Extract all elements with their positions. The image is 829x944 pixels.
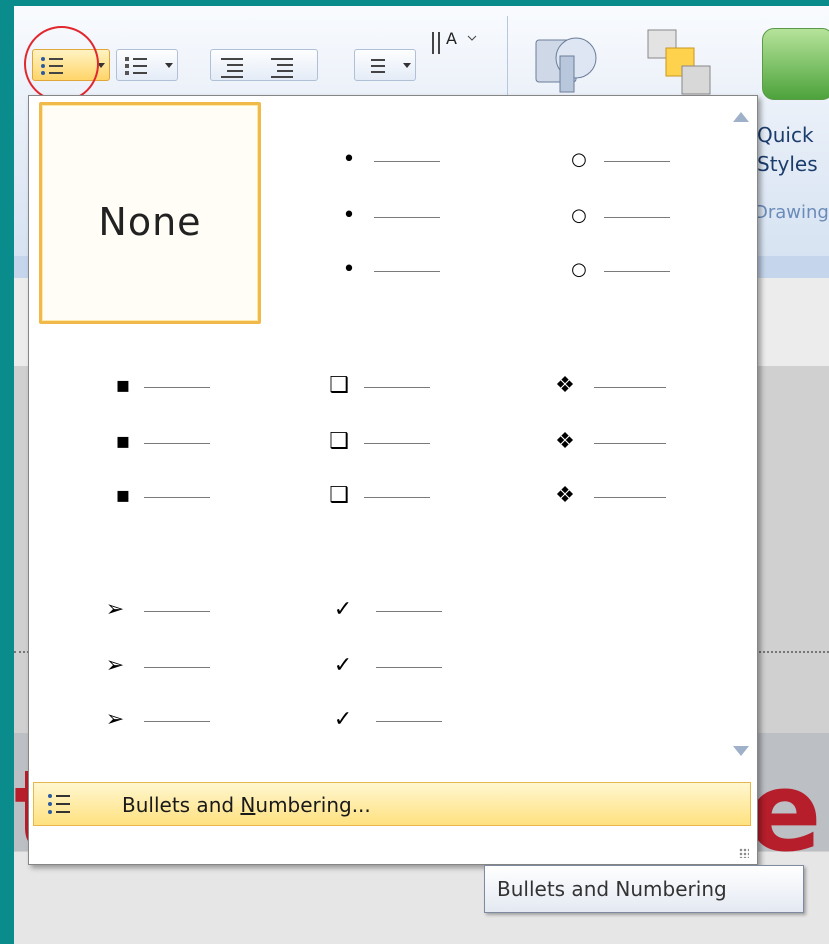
- text-direction-icon: A: [432, 29, 477, 54]
- text-direction-button[interactable]: A: [426, 26, 482, 66]
- none-label: None: [98, 200, 202, 244]
- filled-square-bullet-icon: ▪: [115, 373, 131, 398]
- slide-title-text-right: e: [747, 748, 822, 876]
- arrow-bullet-icon: ➢: [105, 707, 125, 732]
- bullet-option-none[interactable]: None: [39, 102, 261, 324]
- checkmark-bullet-icon: ✓: [333, 597, 353, 622]
- resize-grip-icon[interactable]: [739, 848, 749, 858]
- decrease-indent-icon: [221, 56, 243, 78]
- hollow-square-bullet-icon: ❑: [329, 483, 349, 508]
- arrow-bullet-icon: ➢: [105, 653, 125, 678]
- hollow-square-bullet-icon: ❑: [329, 429, 349, 454]
- hollow-square-bullet-icon: ❑: [329, 373, 349, 398]
- hollow-round-bullet-icon: ○: [571, 205, 587, 226]
- star-diamond-bullet-icon: ❖: [555, 429, 575, 454]
- quick-styles-label[interactable]: Quick Styles: [757, 121, 818, 179]
- line-spacing-icon: [363, 56, 385, 76]
- star-diamond-bullet-icon: ❖: [555, 373, 575, 398]
- bullets-and-numbering-menu-item[interactable]: Bullets and Numbering...: [33, 782, 751, 826]
- bullet-option-hollow-square[interactable]: ❑ ❑ ❑: [271, 328, 493, 550]
- arrow-bullet-icon: ➢: [105, 597, 125, 622]
- hollow-round-bullet-icon: ○: [571, 149, 587, 170]
- line-spacing-button[interactable]: [354, 49, 416, 81]
- filled-round-bullet-icon: •: [342, 147, 356, 172]
- shapes-icon[interactable]: [532, 26, 602, 96]
- svg-text:A: A: [446, 29, 457, 48]
- annotation-highlight-ring: [24, 26, 99, 102]
- filled-round-bullet-icon: •: [342, 203, 356, 228]
- hollow-round-bullet-icon: ○: [571, 259, 587, 280]
- scroll-down-icon[interactable]: [733, 746, 749, 756]
- bullet-option-hollow-round[interactable]: ○ ○ ○: [501, 102, 723, 324]
- increase-indent-icon: [271, 56, 293, 78]
- menu-item-label: Bullets and Numbering...: [122, 793, 371, 817]
- filled-square-bullet-icon: ▪: [115, 429, 131, 454]
- tooltip: Bullets and Numbering: [484, 865, 804, 913]
- filled-square-bullet-icon: ▪: [115, 483, 131, 508]
- bullet-option-arrow[interactable]: ➢ ➢ ➢: [39, 554, 261, 776]
- chevron-down-icon[interactable]: [165, 63, 173, 68]
- group-label-drawing: Drawing: [754, 202, 829, 223]
- arrange-icon[interactable]: [644, 28, 714, 98]
- bullet-option-filled-square[interactable]: ▪ ▪ ▪: [39, 328, 261, 550]
- bullet-list-icon: [48, 793, 70, 815]
- star-diamond-bullet-icon: ❖: [555, 483, 575, 508]
- bullets-gallery-dropdown: None • • • ○ ○ ○ ▪ ▪ ▪ ❑ ❑ ❑ ❖ ❖ ❖ ➢ ➢ ➢…: [28, 95, 758, 865]
- checkmark-bullet-icon: ✓: [333, 707, 353, 732]
- bullet-option-filled-round[interactable]: • • •: [271, 102, 493, 324]
- bullet-option-star-diamond[interactable]: ❖ ❖ ❖: [501, 328, 723, 550]
- numbering-button[interactable]: [116, 49, 178, 81]
- filled-round-bullet-icon: •: [342, 257, 356, 282]
- numbered-list-icon: [125, 56, 147, 76]
- gallery-scrollbar[interactable]: [729, 106, 753, 766]
- bullet-option-checkmark[interactable]: ✓ ✓ ✓: [271, 554, 493, 776]
- tooltip-text: Bullets and Numbering: [497, 877, 727, 901]
- checkmark-bullet-icon: ✓: [333, 653, 353, 678]
- indent-buttons[interactable]: [210, 49, 318, 81]
- chevron-down-icon[interactable]: [403, 63, 411, 68]
- bullet-style-gallery: None • • • ○ ○ ○ ▪ ▪ ▪ ❑ ❑ ❑ ❖ ❖ ❖ ➢ ➢ ➢…: [35, 100, 725, 770]
- scroll-up-icon[interactable]: [733, 112, 749, 122]
- quick-styles-icon[interactable]: [762, 28, 829, 100]
